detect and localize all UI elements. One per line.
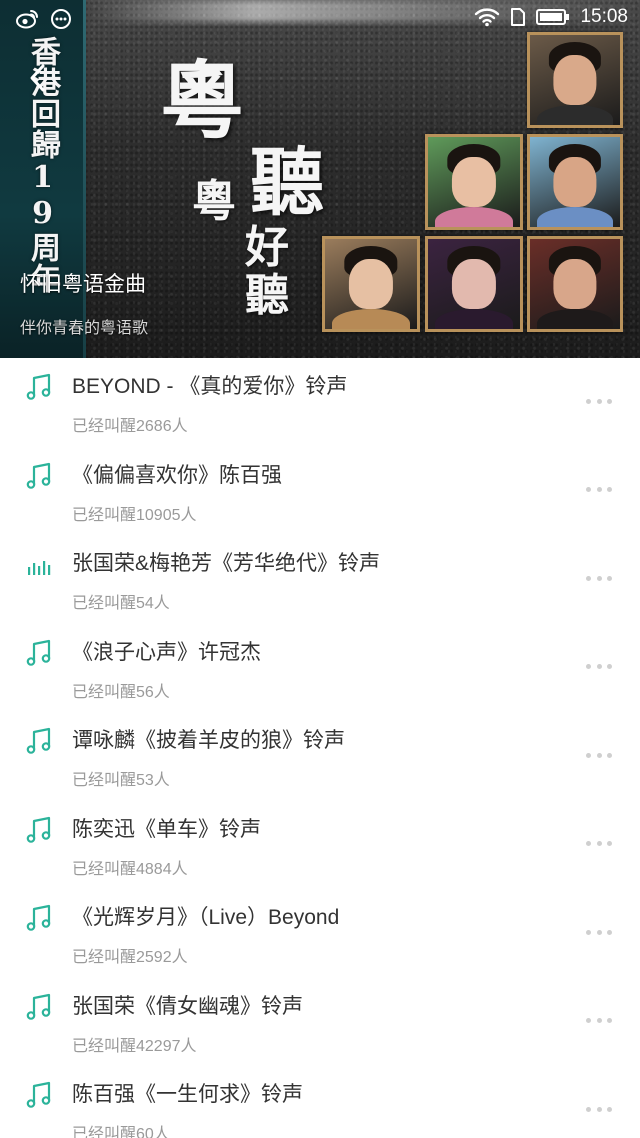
more-dot-icon [596,664,602,669]
song-wake-count: 已经叫醒60人 [72,1126,170,1138]
song-title: BEYOND - 《真的爱你》铃声 [72,375,348,398]
more-dot-icon [607,1018,612,1023]
more-options-button[interactable] [586,483,612,497]
calligraphy-ting: 聽 [250,140,324,226]
more-dot-icon [586,929,591,935]
song-list-item[interactable]: BEYOND - 《真的爱你》铃声 已经叫醒2686人 [0,358,640,447]
more-options-button[interactable] [586,837,612,851]
status-time: 15:08 [580,6,628,27]
more-dot-icon [596,1018,602,1023]
more-dot-icon [607,575,612,581]
song-wake-count: 已经叫醒42297人 [72,1037,197,1055]
photo-singer-6 [527,236,623,332]
calligraphy-sub-haoting: 好聽 [245,222,289,321]
more-options-button[interactable] [586,1102,612,1116]
music-note-icon [25,638,55,668]
calligraphy-yue: 粵 [160,51,245,150]
more-dot-icon [586,487,591,492]
song-title: 谭咏麟《披着羊皮的狼》铃声 [72,729,345,752]
song-list-item[interactable]: 谭咏麟《披着羊皮的狼》铃声 已经叫醒53人 [0,712,640,801]
more-dot-icon [586,398,591,404]
more-dot-icon [596,841,602,846]
more-dot-icon [596,487,602,492]
photo-singer-2 [425,134,523,230]
song-list: BEYOND - 《真的爱你》铃声 已经叫醒2686人 《偏偏喜欢你》陈百强 已… [0,358,640,1138]
song-wake-count: 已经叫醒56人 [72,683,170,701]
more-dot-icon [596,575,602,581]
weibo-icon [16,10,38,29]
song-list-item[interactable]: 张国荣&梅艳芳《芳华绝代》铃声 已经叫醒54人 [0,535,640,624]
status-bar: 15:08 [0,0,640,38]
photo-singer-3 [527,134,623,230]
playing-bars-icon [25,549,55,579]
song-list-item[interactable]: 《浪子心声》许冠杰 已经叫醒56人 [0,624,640,713]
calligraphy-sub-yue: 粵 [192,176,236,227]
music-note-icon [25,992,55,1022]
song-wake-count: 已经叫醒54人 [72,595,170,612]
song-wake-count: 已经叫醒2686人 [72,418,188,435]
more-dot-icon [596,398,602,404]
song-wake-count: 已经叫醒53人 [72,772,170,789]
song-wake-count: 已经叫醒2592人 [72,949,188,966]
banner-subtitle: 伴你青春的粤语歌 [20,318,149,337]
more-dot-icon [607,487,612,492]
more-dot-icon [596,752,602,758]
music-note-icon [25,461,55,491]
more-options-button[interactable] [586,660,612,674]
music-note-icon [25,726,55,756]
more-options-button[interactable] [586,571,612,585]
more-dot-icon [596,1106,602,1112]
more-dot-icon [586,664,591,669]
music-note-icon [25,815,55,845]
song-wake-count: 已经叫醒10905人 [72,506,197,524]
more-options-button[interactable] [586,394,612,408]
song-wake-count: 已经叫醒4884人 [72,860,188,878]
more-dot-icon [586,1018,591,1023]
more-options-button[interactable] [586,925,612,939]
photo-singer-1 [527,32,623,128]
sim-icon [511,8,526,26]
music-note-icon [25,1080,55,1110]
song-list-item[interactable]: 张国荣《倩女幽魂》铃声 已经叫醒42297人 [0,978,640,1067]
song-title: 陈百强《一生何求》铃声 [72,1083,303,1106]
music-note-icon [25,903,55,933]
song-title: 张国荣《倩女幽魂》铃声 [72,994,303,1018]
more-dot-icon [607,664,612,669]
song-title: 《偏偏喜欢你》陈百强 [72,463,282,487]
back-button[interactable] [22,58,52,98]
more-dot-icon [607,841,612,846]
battery-icon [536,9,570,25]
chat-bubble-icon [51,9,71,29]
more-dot-icon [586,1106,591,1112]
more-dot-icon [607,929,612,935]
chevron-left-icon [30,64,45,92]
more-dot-icon [586,841,591,846]
wifi-icon [475,8,500,27]
song-list-item[interactable]: 陈百强《一生何求》铃声 已经叫醒60人 [0,1066,640,1138]
header-banner: 香港回歸19周年 粵 聽 粵 好聽 怀旧粤语金曲 伴你青春的粤语歌 [0,0,640,358]
song-list-item[interactable]: 陈奕迅《单车》铃声 已经叫醒4884人 [0,801,640,890]
more-dot-icon [607,398,612,404]
song-list-item[interactable]: 《光辉岁月》（Live）Beyond 已经叫醒2592人 [0,889,640,978]
more-dot-icon [607,752,612,758]
music-note-icon [25,372,55,402]
more-options-button[interactable] [586,1014,612,1028]
song-list-item[interactable]: 《偏偏喜欢你》陈百强 已经叫醒10905人 [0,447,640,536]
more-dot-icon [607,1106,612,1112]
banner-title: 怀旧粤语金曲 [20,272,146,296]
song-title: 《光辉岁月》（Live）Beyond [72,906,340,929]
more-options-button[interactable] [586,748,612,762]
song-title: 陈奕迅《单车》铃声 [72,817,261,841]
song-title: 《浪子心声》许冠杰 [72,640,261,664]
song-title: 张国荣&梅艳芳《芳华绝代》铃声 [72,552,381,575]
more-dot-icon [596,929,602,935]
more-dot-icon [586,752,591,758]
more-dot-icon [586,575,591,581]
photo-singer-4 [322,236,420,332]
photo-singer-5 [425,236,523,332]
